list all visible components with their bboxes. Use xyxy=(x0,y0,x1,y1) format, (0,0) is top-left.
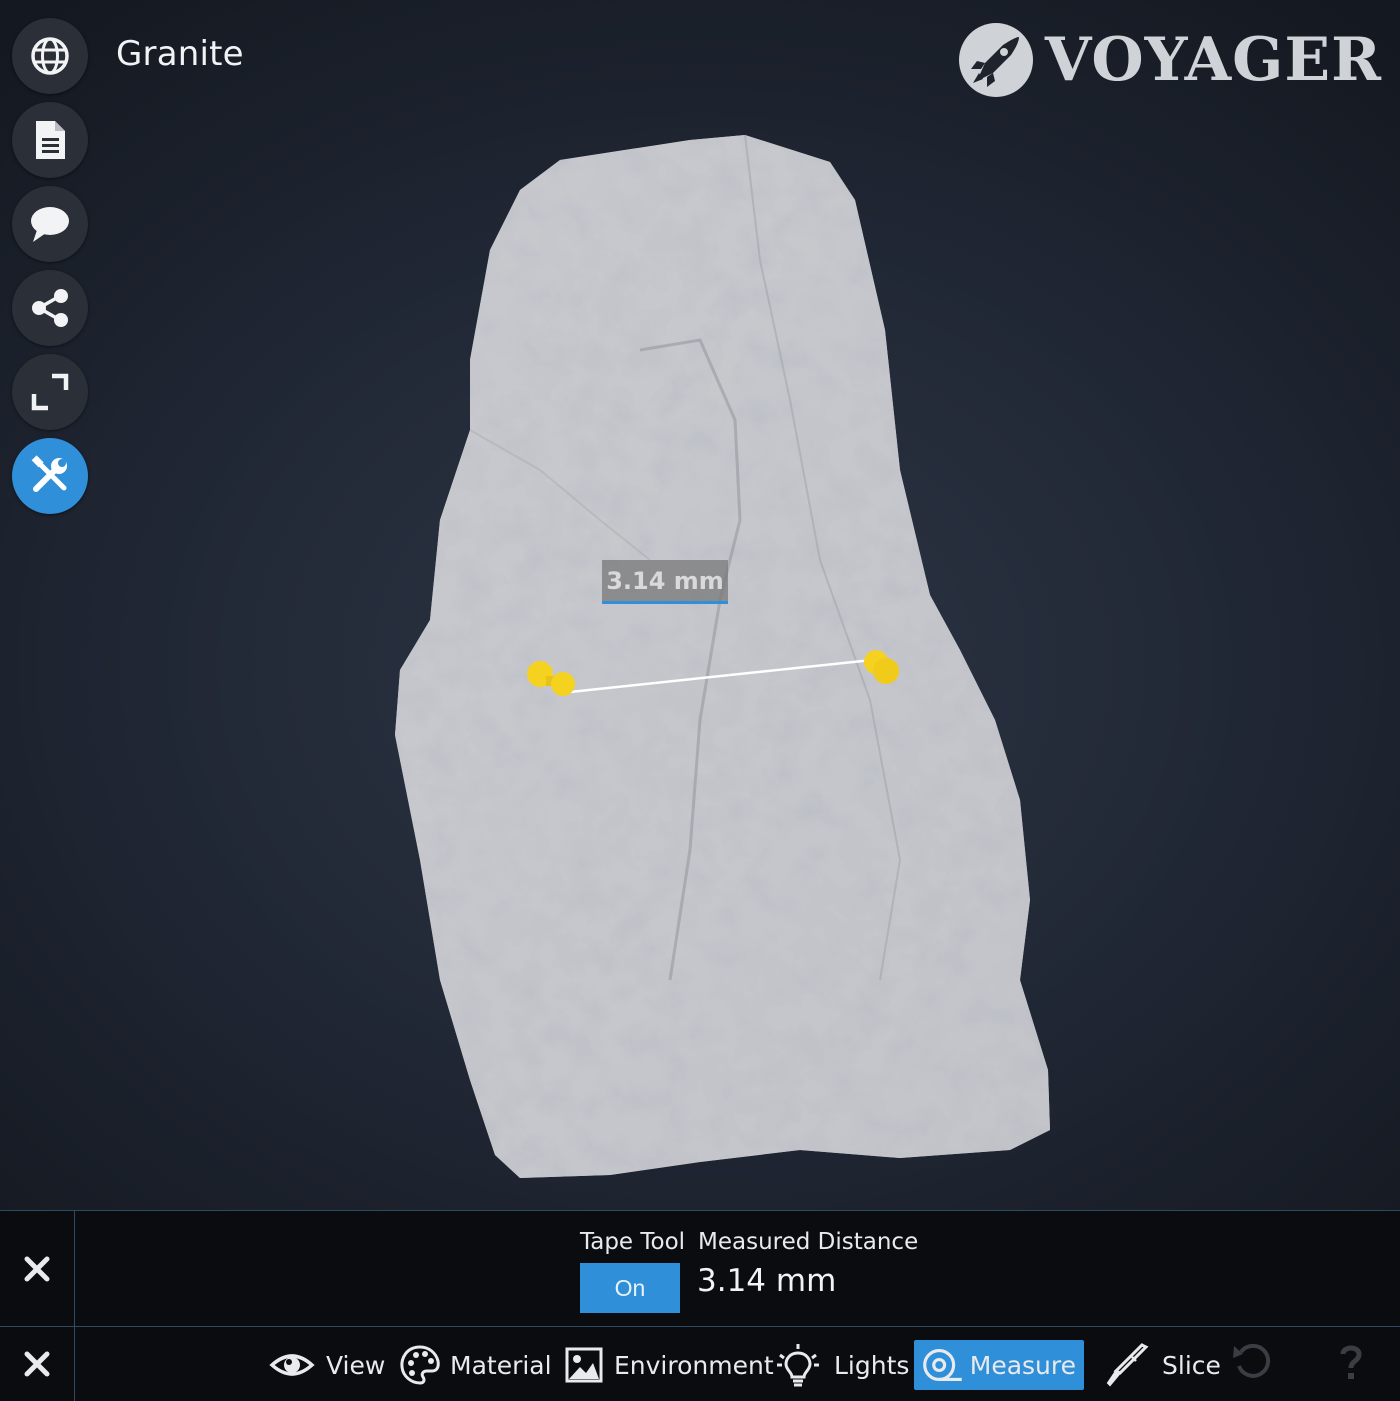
tools-button[interactable] xyxy=(12,438,88,514)
lights-tool-button[interactable]: Lights xyxy=(762,1340,917,1390)
share-icon xyxy=(32,289,68,327)
measured-distance-value: 3.14 mm xyxy=(697,1263,837,1299)
palette-icon xyxy=(400,1345,440,1385)
fullscreen-button[interactable] xyxy=(12,354,88,430)
lights-tool-label: Lights xyxy=(834,1350,910,1380)
annotations-button[interactable] xyxy=(12,186,88,262)
slice-tool-button[interactable]: Slice xyxy=(1094,1340,1229,1390)
tape-tool-panel: Tape Tool On Measured Distance 3.14 mm xyxy=(0,1210,1400,1327)
material-tool-button[interactable]: Material xyxy=(390,1340,560,1390)
document-icon xyxy=(36,121,65,159)
undo-icon xyxy=(1233,1343,1271,1378)
share-button[interactable] xyxy=(12,270,88,346)
rocket-logo-icon xyxy=(958,23,1033,97)
logo-text: VOYAGER xyxy=(1044,25,1382,95)
globe-button[interactable] xyxy=(12,18,88,94)
undo-button[interactable] xyxy=(1228,1336,1278,1388)
close-tools-button[interactable] xyxy=(0,1327,75,1401)
tape-tool-toggle[interactable]: On xyxy=(580,1263,680,1313)
image-icon xyxy=(565,1347,603,1383)
granite-model[interactable] xyxy=(395,134,1050,1178)
knife-icon xyxy=(1106,1343,1149,1387)
material-tool-label: Material xyxy=(450,1350,552,1380)
eye-icon xyxy=(269,1354,315,1376)
slice-tool-label: Slice xyxy=(1162,1350,1221,1380)
environment-tool-button[interactable]: Environment xyxy=(554,1340,782,1390)
3d-viewport[interactable]: 3.14 mm Granite VOYAGER xyxy=(0,0,1400,1210)
view-tool-button[interactable]: View xyxy=(258,1340,393,1390)
tools-icon xyxy=(31,455,67,492)
fullscreen-icon xyxy=(31,373,69,411)
tape-tool-label: Tape Tool xyxy=(580,1229,686,1255)
tape-measure-icon xyxy=(923,1348,962,1382)
environment-tool-label: Environment xyxy=(614,1350,774,1380)
help-button[interactable] xyxy=(1326,1336,1376,1388)
document-button[interactable] xyxy=(12,102,88,178)
measurement-label: 3.14 mm xyxy=(602,560,728,604)
globe-icon xyxy=(31,37,69,75)
comment-icon xyxy=(31,207,69,242)
rock-scene[interactable] xyxy=(0,0,1400,1210)
close-icon xyxy=(24,1351,50,1377)
lightbulb-icon xyxy=(777,1344,819,1387)
view-tool-label: View xyxy=(326,1350,386,1380)
page-title: Granite xyxy=(116,34,244,74)
close-panel-button[interactable] xyxy=(0,1211,75,1327)
help-icon xyxy=(1340,1345,1362,1379)
measure-tool-label: Measure xyxy=(969,1350,1076,1380)
measured-distance-label: Measured Distance xyxy=(698,1229,919,1255)
close-icon xyxy=(24,1256,50,1282)
voyager-logo: VOYAGER xyxy=(957,20,1382,100)
measure-tool-button[interactable]: Measure xyxy=(914,1340,1084,1390)
